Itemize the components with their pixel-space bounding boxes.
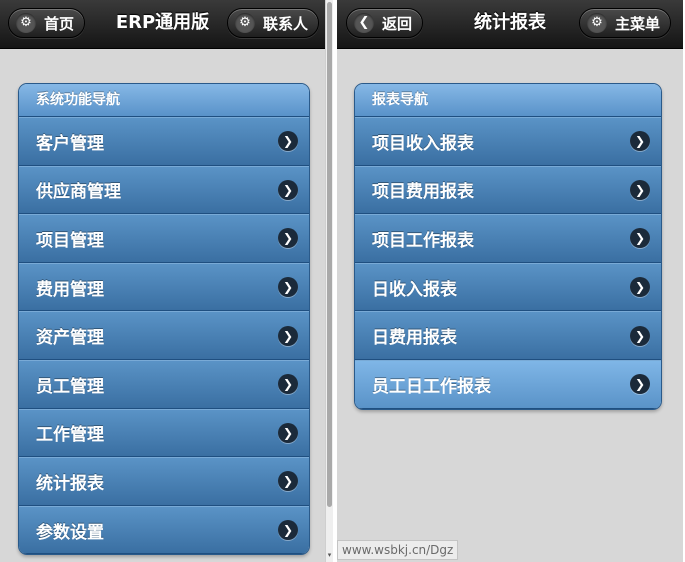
system-nav-list: 系统功能导航 客户管理 ❯ 供应商管理 ❯ 项目管理 ❯ 费用管理 ❯ 资产管理… [18, 83, 310, 556]
nav-item-label: 日费用报表 [372, 328, 457, 349]
report-nav-list: 报表导航 项目收入报表 ❯ 项目费用报表 ❯ 项目工作报表 ❯ 日收入报表 ❯ … [354, 83, 662, 410]
chevron-right-icon: ❯ [278, 277, 298, 298]
gear-icon: ⚙ [235, 13, 255, 33]
nav-item-label: 工作管理 [36, 425, 104, 446]
chevron-right-icon: ❯ [278, 374, 298, 395]
nav-item-label: 资产管理 [36, 328, 104, 349]
nav-item-label: 项目费用报表 [372, 182, 474, 203]
nav-item-daily-income-report[interactable]: 日收入报表 ❯ [355, 262, 661, 312]
home-button-label: 首页 [44, 14, 75, 33]
nav-item-label: 参数设置 [36, 522, 104, 543]
chevron-right-icon: ❯ [278, 179, 298, 200]
chevron-right-icon: ❯ [278, 325, 298, 346]
list-divider: 报表导航 [355, 84, 661, 117]
nav-item-reports[interactable]: 统计报表 ❯ [19, 457, 309, 506]
right-header: 统计报表 ❮ 返回 ⚙ 主菜单 [337, 0, 683, 49]
chevron-left-icon: ❮ [354, 13, 374, 33]
nav-item-customer[interactable]: 客户管理 ❯ [19, 117, 309, 166]
nav-item-label: 项目管理 [36, 230, 104, 251]
nav-item-label: 员工日工作报表 [372, 376, 491, 397]
nav-item-daily-expense-report[interactable]: 日费用报表 ❯ [355, 311, 661, 360]
scrollbar-thumb[interactable] [327, 2, 332, 507]
back-button-label: 返回 [382, 14, 413, 33]
nav-item-project-work-report[interactable]: 项目工作报表 ❯ [355, 214, 661, 263]
nav-item-settings[interactable]: 参数设置 ❯ [19, 505, 309, 555]
right-screen: 统计报表 ❮ 返回 ⚙ 主菜单 报表导航 项目收入报表 ❯ 项目费用报表 ❯ 项… [337, 0, 683, 562]
list-divider: 系统功能导航 [19, 84, 309, 117]
nav-item-expense[interactable]: 费用管理 ❯ [19, 262, 309, 312]
nav-item-employee[interactable]: 员工管理 ❯ [19, 359, 309, 409]
nav-item-label: 统计报表 [36, 473, 104, 494]
chevron-right-icon: ❯ [278, 228, 298, 249]
left-screen: ERP通用版 ⚙ 首页 ⚙ 联系人 系统功能导航 客户管理 ❯ 供应商管理 ❯ … [0, 0, 325, 562]
chevron-right-icon: ❯ [278, 131, 298, 152]
chevron-right-icon: ❯ [630, 179, 650, 200]
chevron-right-icon: ❯ [630, 228, 650, 249]
chevron-right-icon: ❯ [278, 520, 298, 541]
left-header: ERP通用版 ⚙ 首页 ⚙ 联系人 [0, 0, 325, 49]
main-menu-button[interactable]: ⚙ 主菜单 [579, 8, 672, 38]
nav-item-label: 供应商管理 [36, 182, 121, 203]
nav-item-employee-daily-work-report[interactable]: 员工日工作报表 ❯ [355, 359, 661, 409]
gear-icon: ⚙ [587, 13, 607, 33]
home-button[interactable]: ⚙ 首页 [8, 8, 86, 38]
chevron-right-icon: ❯ [630, 131, 650, 152]
nav-item-label: 项目工作报表 [372, 230, 474, 251]
nav-item-label: 费用管理 [36, 279, 104, 300]
chevron-right-icon: ❯ [630, 325, 650, 346]
nav-item-project-income-report[interactable]: 项目收入报表 ❯ [355, 117, 661, 166]
back-button[interactable]: ❮ 返回 [346, 8, 424, 38]
nav-item-label: 项目收入报表 [372, 133, 474, 154]
chevron-right-icon: ❯ [278, 471, 298, 492]
nav-item-supplier[interactable]: 供应商管理 ❯ [19, 165, 309, 215]
nav-item-asset[interactable]: 资产管理 ❯ [19, 311, 309, 360]
contacts-button[interactable]: ⚙ 联系人 [227, 8, 320, 38]
nav-item-work[interactable]: 工作管理 ❯ [19, 408, 309, 458]
scroll-down-arrow-icon[interactable]: ▾ [327, 552, 332, 559]
vertical-scrollbar[interactable]: ▾ [325, 0, 333, 562]
nav-item-label: 客户管理 [36, 133, 104, 154]
contacts-button-label: 联系人 [263, 14, 309, 33]
main-menu-button-label: 主菜单 [615, 14, 661, 33]
gear-icon: ⚙ [16, 13, 36, 33]
chevron-right-icon: ❯ [630, 277, 650, 298]
chevron-right-icon: ❯ [278, 422, 298, 443]
nav-item-project-expense-report[interactable]: 项目费用报表 ❯ [355, 165, 661, 215]
nav-item-project[interactable]: 项目管理 ❯ [19, 214, 309, 263]
watermark-url: www.wsbkj.cn/Dgz [337, 540, 459, 560]
nav-item-label: 日收入报表 [372, 279, 457, 300]
chevron-right-icon: ❯ [630, 374, 650, 395]
nav-item-label: 员工管理 [36, 376, 104, 397]
